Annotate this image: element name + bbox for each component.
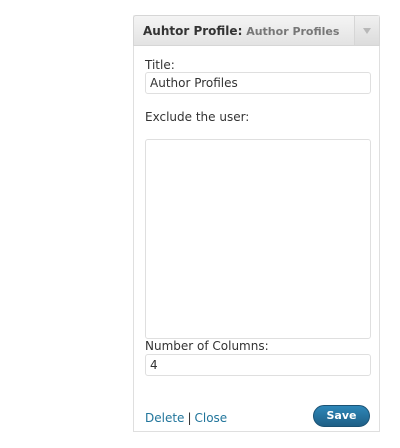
widget-title-sub: Author Profiles — [246, 25, 340, 38]
columns-label: Number of Columns: — [145, 339, 269, 353]
widget-header[interactable]: Auhtor Profile: Author Profiles — [133, 15, 380, 46]
title-input[interactable] — [145, 72, 371, 94]
triangle-down-icon — [363, 27, 371, 34]
widget-title-main: Auhtor Profile — [143, 24, 238, 38]
delete-link[interactable]: Delete — [145, 411, 184, 425]
exclude-user-label: Exclude the user: — [145, 110, 250, 124]
exclude-user-select[interactable] — [145, 139, 371, 339]
close-link[interactable]: Close — [194, 411, 227, 425]
widget-title-separator: : — [237, 24, 243, 38]
author-profile-widget: Auhtor Profile: Author Profiles Title: E… — [133, 15, 380, 432]
columns-input[interactable] — [145, 354, 371, 376]
link-separator: | — [187, 411, 192, 425]
widget-toggle-button[interactable] — [354, 16, 379, 45]
widget-title: Auhtor Profile: Author Profiles — [143, 23, 339, 40]
save-button[interactable]: Save — [313, 405, 370, 427]
widget-control-links: Delete | Close — [145, 411, 227, 425]
title-label: Title: — [145, 58, 175, 72]
widget-body: Title: Exclude the user: Number of Colum… — [133, 46, 380, 432]
